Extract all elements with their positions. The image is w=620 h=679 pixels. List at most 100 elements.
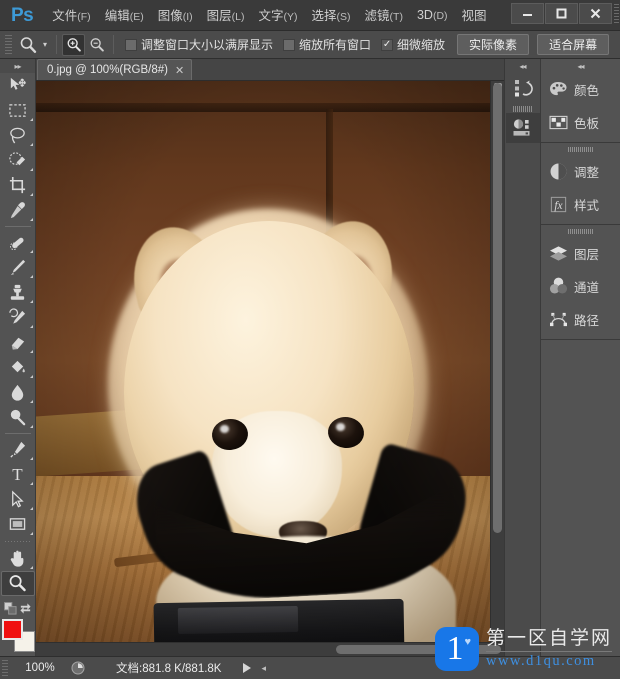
checkbox-scrubby-zoom[interactable]: ✓ 细微缩放 — [381, 36, 445, 53]
zoom-level-field[interactable]: 100% — [12, 660, 68, 676]
adjustments-panel[interactable]: 调整 — [541, 155, 620, 188]
crop-tool[interactable] — [1, 173, 35, 198]
canvas-viewport[interactable] — [36, 81, 504, 642]
maximize-icon — [556, 8, 567, 19]
photoshop-window: Ps 文件(F) 编辑(E) 图像(I) 图层(L) 文字(Y) 选择(S) 滤… — [0, 0, 620, 679]
tool-expand-triangle — [29, 218, 33, 221]
checkbox-zoom-all-windows[interactable]: 缩放所有窗口 — [283, 36, 371, 53]
vertical-scroll-thumb[interactable] — [493, 83, 502, 533]
menu-type-mnemonic: (Y) — [283, 11, 298, 23]
pen-tool[interactable] — [1, 437, 35, 462]
clone-stamp-tool[interactable] — [1, 280, 35, 305]
checkbox-scrubby-zoom-label: 细微缩放 — [397, 38, 446, 52]
canvas-vertical-scrollbar[interactable] — [490, 81, 504, 642]
panel-collapse-button[interactable]: ◂◂ — [541, 59, 620, 73]
menu-type[interactable]: 文字(Y) — [252, 0, 305, 30]
maximize-button[interactable] — [545, 3, 578, 24]
dodge-tool[interactable] — [1, 405, 35, 430]
color-swatches — [1, 619, 35, 653]
paths-icon — [548, 310, 568, 330]
toolbar-collapse-button[interactable]: ▸▸ — [0, 59, 35, 73]
lasso-tool[interactable] — [1, 123, 35, 148]
tools-panel: ▸▸ T — [0, 59, 36, 656]
photo-vignette — [36, 81, 490, 642]
move-icon — [10, 77, 26, 90]
menu-select-mnemonic: (S) — [336, 11, 351, 23]
history-panel-icon[interactable] — [506, 73, 540, 103]
zoom-tool[interactable] — [0, 571, 35, 596]
status-expand-arrow-icon[interactable] — [243, 663, 252, 673]
swap-colors-icon[interactable] — [19, 602, 32, 615]
zoom-out-button[interactable] — [85, 34, 108, 56]
tool-expand-triangle — [29, 325, 33, 328]
menu-select[interactable]: 选择(S) — [305, 0, 358, 30]
properties-panel-icon[interactable] — [505, 113, 540, 143]
quick-selection-tool[interactable] — [1, 148, 35, 173]
crop-icon — [9, 176, 26, 194]
healing-brush-tool[interactable] — [1, 230, 35, 255]
menu-file-label: 文件 — [52, 9, 78, 23]
dock-collapse-button[interactable]: ◂◂ — [505, 59, 540, 73]
checkbox-scrubby-zoom-box[interactable]: ✓ — [381, 38, 394, 51]
menu-image[interactable]: 图像(I) — [151, 0, 200, 30]
eraser-tool[interactable] — [1, 330, 35, 355]
eyedropper-tool[interactable] — [1, 198, 35, 223]
pathselect-icon — [12, 490, 24, 508]
menu-layer-mnemonic: (L) — [231, 11, 245, 23]
gradient-tool[interactable] — [1, 355, 35, 380]
hand-tool[interactable] — [1, 546, 35, 571]
channels-panel[interactable]: 通道 — [541, 270, 620, 303]
menu-file-mnemonic: (F) — [77, 11, 91, 23]
menu-edit-mnemonic: (E) — [129, 11, 144, 23]
close-button[interactable] — [579, 3, 612, 24]
minimize-button[interactable] — [511, 3, 544, 24]
menu-edit[interactable]: 编辑(E) — [98, 0, 151, 30]
panel-group-handle-2[interactable] — [541, 143, 620, 155]
default-colors-icon[interactable] — [3, 601, 17, 615]
type-tool[interactable]: T — [1, 462, 35, 487]
menu-filter[interactable]: 滤镜(T) — [358, 0, 410, 30]
menu-file[interactable]: 文件(F) — [45, 0, 97, 30]
canvas-horizontal-scrollbar[interactable] — [36, 642, 504, 656]
status-prev-arrow-icon[interactable]: ◂ — [261, 663, 266, 674]
menu-3d[interactable]: 3D(D) — [410, 3, 455, 28]
move-tool[interactable] — [1, 73, 35, 98]
tool-preset-chevron-down-icon[interactable]: ▾ — [39, 35, 51, 55]
path-selection-tool[interactable] — [1, 487, 35, 512]
pen-icon — [10, 441, 26, 458]
fit-screen-button[interactable]: 适合屏幕 — [537, 34, 610, 55]
blur-tool[interactable] — [1, 380, 35, 405]
document-tab-close-icon[interactable]: ✕ — [175, 64, 184, 77]
brush-tool[interactable] — [1, 255, 35, 280]
close-icon — [590, 8, 601, 19]
options-bar-grip[interactable] — [5, 35, 12, 54]
menu-layer[interactable]: 图层(L) — [200, 0, 252, 30]
layers-panel-label: 图层 — [574, 248, 600, 262]
document-image[interactable] — [36, 81, 490, 642]
document-tab[interactable]: 0.jpg @ 100%(RGB/8#) ✕ — [37, 59, 193, 80]
layers-panel[interactable]: 图层 — [541, 237, 620, 270]
palette-icon — [548, 80, 568, 100]
styles-panel[interactable]: fx 样式 — [541, 188, 620, 221]
actual-pixels-button[interactable]: 实际像素 — [457, 34, 530, 55]
horizontal-scroll-thumb[interactable] — [336, 645, 501, 654]
panel-group-handle-3[interactable] — [541, 225, 620, 237]
rectangular-marquee-tool[interactable] — [1, 98, 35, 123]
rectangle-tool[interactable] — [1, 512, 35, 537]
paths-panel[interactable]: 路径 — [541, 303, 620, 336]
marquee-icon — [9, 104, 26, 117]
swatches-panel[interactable]: 色板 — [541, 106, 620, 139]
foreground-color-swatch[interactable] — [1, 619, 23, 640]
zoom-icon[interactable] — [17, 34, 39, 56]
history-brush-tool[interactable] — [1, 305, 35, 330]
document-size-icon[interactable] — [68, 661, 88, 675]
color-panel[interactable]: 颜色 — [541, 73, 620, 106]
checkbox-resize-windows-box[interactable] — [125, 38, 137, 51]
dock-group-handle[interactable] — [512, 106, 533, 112]
menu-bar: Ps 文件(F) 编辑(E) 图像(I) 图层(L) 文字(Y) 选择(S) 滤… — [0, 0, 620, 31]
document-area: 0.jpg @ 100%(RGB/8#) ✕ — [36, 59, 504, 656]
zoom-in-button[interactable] — [62, 33, 85, 56]
checkbox-zoom-all-windows-box[interactable] — [283, 38, 296, 51]
menu-view[interactable]: 视图 — [455, 0, 494, 30]
checkbox-resize-windows-to-fit[interactable]: 调整窗口大小以满屏显示 — [125, 36, 273, 53]
